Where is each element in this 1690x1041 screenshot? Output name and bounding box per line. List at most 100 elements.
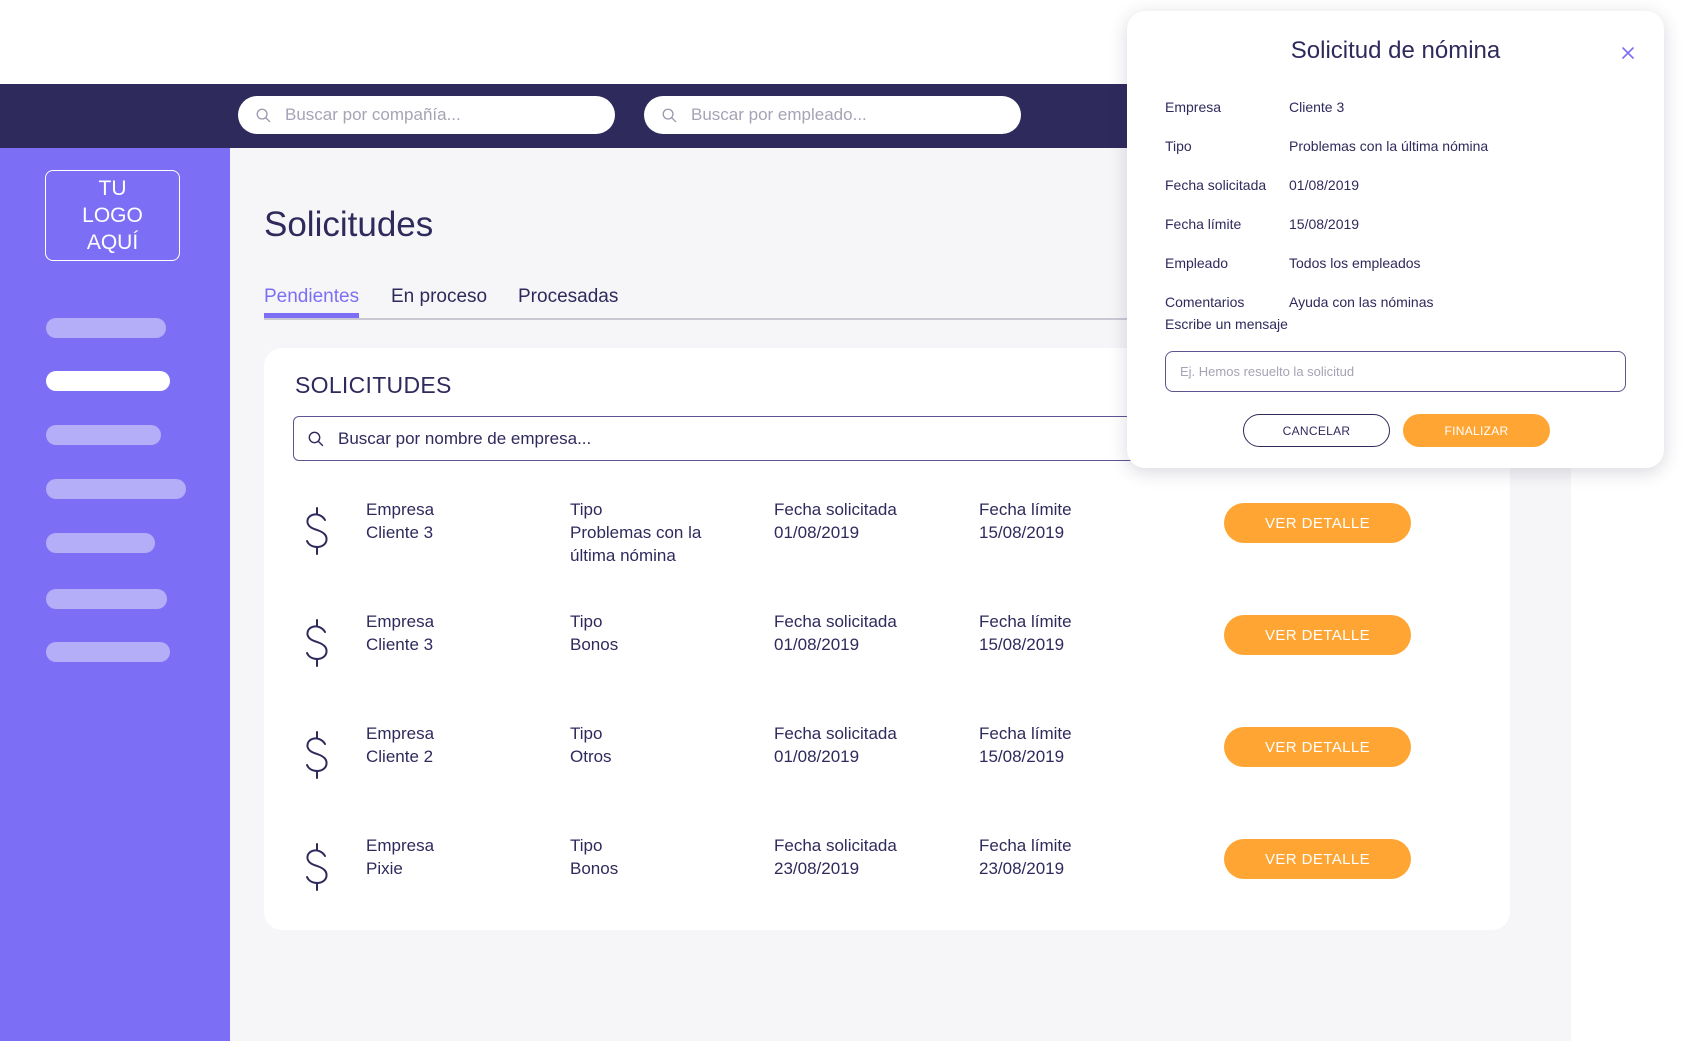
fecha-limite-value: 15/08/2019 bbox=[979, 747, 1065, 766]
cancel-button[interactable]: CANCELAR bbox=[1243, 414, 1390, 447]
ver-detalle-button[interactable]: VER DETALLE bbox=[1224, 615, 1411, 655]
detail-key: Empleado bbox=[1165, 255, 1229, 271]
tipo-cell: Tipo Problemas con la última nómina bbox=[570, 498, 710, 567]
search-icon bbox=[308, 431, 324, 446]
dollar-icon bbox=[306, 619, 328, 667]
fecha-limite-label: Fecha límite bbox=[979, 724, 1072, 743]
ver-detalle-button[interactable]: VER DETALLE bbox=[1224, 839, 1411, 879]
payroll-request-modal: Solicitud de nómina Empresa Cliente 3 Tip… bbox=[1127, 11, 1664, 468]
sidebar-item-7[interactable] bbox=[46, 642, 170, 662]
modal-title: Solicitud de nómina bbox=[1290, 37, 1501, 64]
finish-button[interactable]: FINALIZAR bbox=[1403, 414, 1550, 447]
empresa-cell: Empresa Cliente 3 bbox=[366, 498, 434, 544]
fecha-limite-cell: Fecha límite 23/08/2019 bbox=[979, 834, 1072, 880]
sidebar-item-1[interactable] bbox=[46, 318, 166, 338]
company-search-input[interactable] bbox=[285, 105, 585, 125]
detail-value: Todos los empleados bbox=[1289, 255, 1421, 271]
table-row: Empresa Cliente 3 Tipo Bonos Fecha solicit… bbox=[264, 610, 1510, 710]
fecha-limite-cell: Fecha límite 15/08/2019 bbox=[979, 498, 1072, 544]
fecha-limite-cell: Fecha límite 15/08/2019 bbox=[979, 722, 1072, 768]
sidebar-item-6[interactable] bbox=[46, 589, 167, 609]
detail-value: Problemas con la última nómina bbox=[1289, 138, 1489, 154]
sidebar-item-2[interactable] bbox=[46, 371, 170, 391]
fecha-solicitada-value: 01/08/2019 bbox=[774, 635, 860, 654]
fecha-solicitada-value: 01/08/2019 bbox=[774, 523, 860, 542]
empresa-value: Pixie bbox=[366, 859, 403, 878]
fecha-limite-cell: Fecha límite 15/08/2019 bbox=[979, 610, 1072, 656]
sidebar-item-3[interactable] bbox=[46, 425, 161, 445]
detail-key: Empresa bbox=[1165, 99, 1222, 115]
detail-key: Fecha solicitada bbox=[1165, 177, 1267, 193]
sidebar-item-5[interactable] bbox=[46, 533, 155, 553]
tipo-value: Bonos bbox=[570, 635, 619, 654]
dollar-icon bbox=[306, 507, 328, 555]
fecha-limite-label: Fecha límite bbox=[979, 500, 1072, 519]
fecha-solicitada-label: Fecha solicitada bbox=[774, 724, 897, 743]
company-name-search-input[interactable] bbox=[338, 428, 1038, 449]
fecha-limite-value: 23/08/2019 bbox=[979, 859, 1065, 878]
empresa-label: Empresa bbox=[366, 612, 435, 631]
tipo-value: Otros bbox=[570, 747, 612, 766]
fecha-solicitada-label: Fecha solicitada bbox=[774, 500, 897, 519]
empresa-cell: Empresa Pixie bbox=[366, 834, 434, 880]
card-title: SOLICITUDES bbox=[295, 372, 452, 398]
ver-detalle-button[interactable]: VER DETALLE bbox=[1224, 503, 1411, 543]
sidebar: TU LOGO AQUÍ bbox=[0, 148, 230, 1041]
ver-detalle-button[interactable]: VER DETALLE bbox=[1224, 727, 1411, 767]
detail-value: 15/08/2019 bbox=[1289, 216, 1360, 232]
sidebar-item-4[interactable] bbox=[46, 479, 186, 499]
fecha-solicitada-cell: Fecha solicitada 01/08/2019 bbox=[774, 722, 897, 768]
dollar-icon bbox=[306, 731, 328, 779]
employee-search[interactable] bbox=[644, 96, 1021, 134]
fecha-limite-label: Fecha límite bbox=[979, 612, 1072, 631]
fecha-solicitada-value: 23/08/2019 bbox=[774, 859, 860, 878]
message-label: Escribe un mensaje bbox=[1165, 316, 1288, 332]
empresa-cell: Empresa Cliente 3 bbox=[366, 610, 434, 656]
empresa-label: Empresa bbox=[366, 500, 435, 519]
fecha-limite-label: Fecha límite bbox=[979, 836, 1072, 855]
tipo-label: Tipo bbox=[570, 724, 603, 743]
fecha-solicitada-label: Fecha solicitada bbox=[774, 612, 897, 631]
employee-search-input[interactable] bbox=[691, 105, 991, 125]
fecha-solicitada-cell: Fecha solicitada 23/08/2019 bbox=[774, 834, 897, 880]
tab-pendientes[interactable]: Pendientes bbox=[264, 286, 360, 318]
tipo-cell: Tipo Bonos bbox=[570, 834, 618, 880]
fecha-solicitada-cell: Fecha solicitada 01/08/2019 bbox=[774, 610, 897, 656]
table-row: Empresa Cliente 2 Tipo Otros Fecha solicit… bbox=[264, 722, 1510, 822]
detail-key: Fecha límite bbox=[1165, 216, 1242, 232]
detail-value: Ayuda con las nóminas bbox=[1289, 294, 1434, 310]
table-row: Empresa Pixie Tipo Bonos Fecha solicitada 2… bbox=[264, 834, 1510, 934]
tipo-label: Tipo bbox=[570, 836, 603, 855]
tipo-cell: Tipo Otros bbox=[570, 722, 612, 768]
table-row: Empresa Cliente 3 Tipo Problemas con la úl… bbox=[264, 498, 1510, 598]
dollar-icon bbox=[306, 843, 328, 891]
tab-procesadas[interactable]: Procesadas bbox=[518, 286, 618, 318]
empresa-value: Cliente 3 bbox=[366, 523, 434, 542]
close-icon[interactable] bbox=[1620, 45, 1636, 61]
empresa-value: Cliente 2 bbox=[366, 747, 434, 766]
tipo-value: Problemas con la última nómina bbox=[570, 523, 702, 565]
tipo-cell: Tipo Bonos bbox=[570, 610, 618, 656]
detail-key: Comentarios bbox=[1165, 294, 1245, 310]
empresa-label: Empresa bbox=[366, 724, 435, 743]
company-search[interactable] bbox=[238, 96, 615, 134]
fecha-limite-value: 15/08/2019 bbox=[979, 523, 1065, 542]
fecha-solicitada-value: 01/08/2019 bbox=[774, 747, 860, 766]
logo: TU LOGO AQUÍ bbox=[45, 170, 180, 261]
tipo-label: Tipo bbox=[570, 500, 603, 519]
search-icon bbox=[256, 108, 271, 122]
empresa-cell: Empresa Cliente 2 bbox=[366, 722, 434, 768]
detail-key: Tipo bbox=[1165, 138, 1192, 154]
empresa-label: Empresa bbox=[366, 836, 435, 855]
search-icon bbox=[662, 108, 677, 122]
fecha-limite-value: 15/08/2019 bbox=[979, 635, 1065, 654]
message-input[interactable] bbox=[1165, 351, 1626, 392]
empresa-value: Cliente 3 bbox=[366, 635, 434, 654]
fecha-solicitada-label: Fecha solicitada bbox=[774, 836, 897, 855]
detail-value: 01/08/2019 bbox=[1289, 177, 1360, 193]
page-title: Solicitudes bbox=[264, 205, 434, 244]
tipo-value: Bonos bbox=[570, 859, 619, 878]
tipo-label: Tipo bbox=[570, 612, 603, 631]
tab-en-proceso[interactable]: En proceso bbox=[391, 286, 487, 318]
detail-value: Cliente 3 bbox=[1289, 99, 1345, 115]
